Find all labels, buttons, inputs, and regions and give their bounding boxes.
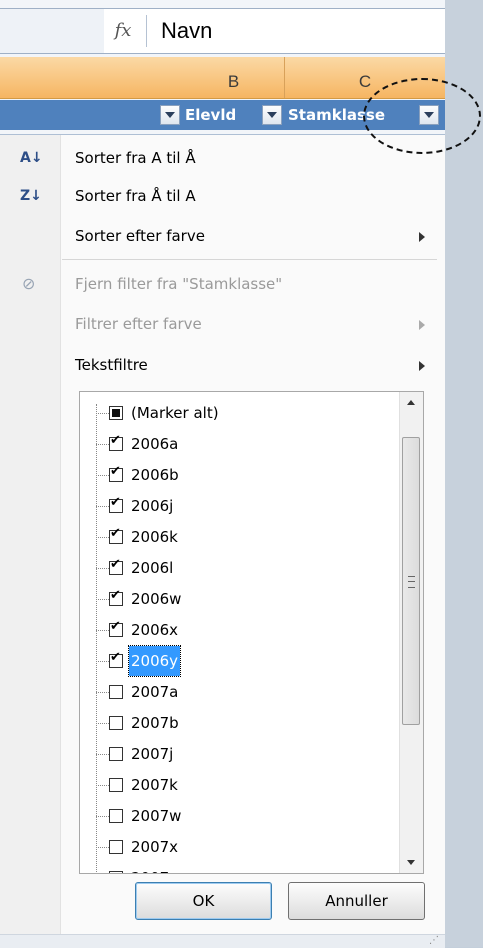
list-item[interactable]: 2006j [80, 491, 380, 521]
scroll-up-icon[interactable] [400, 392, 423, 414]
list-item-selected[interactable]: 2006y [80, 645, 380, 677]
name-box-area[interactable] [0, 9, 104, 53]
menu-separator [62, 259, 437, 260]
menu-sort-a-to-z[interactable]: Sorter fra A til Å [75, 149, 196, 167]
list-item-label: 2006j [131, 497, 174, 515]
list-item-label: 2006y [127, 645, 182, 677]
list-item-label: 2006l [131, 559, 174, 577]
clear-filter-icon: ⊘ [22, 274, 36, 293]
column-header-b[interactable]: B [183, 57, 285, 98]
filter-dropdown-button-elevid[interactable] [262, 105, 282, 125]
list-item-label: 2007x [131, 838, 179, 856]
list-item-label: (Marker alt) [131, 404, 219, 422]
menu-icon-gutter [0, 135, 61, 948]
list-item[interactable]: 2007j [80, 739, 380, 769]
list-item[interactable]: 2006a [80, 429, 380, 459]
grip-icon [408, 576, 415, 588]
formula-bar: fx Navn [0, 8, 445, 54]
scroll-thumb[interactable] [402, 437, 420, 725]
scroll-down-icon[interactable] [400, 851, 423, 873]
list-item-label: 2006k [131, 528, 178, 546]
list-item[interactable]: 2007a [80, 677, 380, 707]
list-item[interactable]: 2006l [80, 553, 380, 583]
submenu-arrow-icon [419, 320, 425, 330]
list-item[interactable]: 2006w [80, 584, 380, 614]
list-item-label: 2006x [131, 621, 179, 639]
list-item[interactable]: 2006k [80, 522, 380, 552]
list-scrollbar[interactable] [399, 392, 423, 873]
list-item-label: 2007a [131, 683, 179, 701]
menu-sort-by-color[interactable]: Sorter efter farve [75, 227, 205, 245]
menu-filter-by-color[interactable]: Filtrer efter farve [75, 315, 202, 333]
resize-grip-icon[interactable]: ⋰ [429, 935, 439, 946]
list-item-label: 2006b [131, 466, 179, 484]
filter-values-list[interactable]: (Marker alt) 2006a 2006b 2006j 2006k 200… [79, 391, 424, 874]
formula-separator [146, 15, 147, 47]
list-item-label: 2007b [131, 714, 179, 732]
list-item-label: 2006a [131, 435, 179, 453]
resize-strip[interactable]: ⋰ [0, 934, 445, 948]
list-item-label: 2007y [129, 863, 180, 873]
sort-ascending-icon: A↓ [20, 150, 43, 166]
list-item-label: 2006w [131, 590, 182, 608]
function-icon[interactable]: fx [106, 16, 140, 46]
cancel-button[interactable]: Annuller [288, 882, 425, 920]
filter-dropdown-button-a[interactable] [160, 105, 180, 125]
header-elevid: Elevld [185, 106, 237, 124]
submenu-arrow-icon [419, 361, 425, 371]
list-item-select-all[interactable]: (Marker alt) [80, 398, 380, 428]
list-item[interactable]: 2007x [80, 832, 380, 862]
menu-text-filters[interactable]: Tekstfiltre [75, 356, 148, 374]
menu-sort-z-to-a[interactable]: Sorter fra Å til A [75, 187, 196, 205]
highlight-annotation [363, 78, 481, 154]
autofilter-menu: A↓ Sorter fra A til Å Z↓ Sorter fra Å ti… [0, 134, 445, 948]
list-item[interactable]: 2007k [80, 770, 380, 800]
list-item[interactable]: 2007b [80, 708, 380, 738]
formula-input[interactable]: Navn [161, 9, 212, 53]
list-item-label: 2007k [131, 776, 178, 794]
list-item-label: 2007j [131, 745, 174, 763]
submenu-arrow-icon [419, 232, 425, 242]
list-item[interactable]: 2006b [80, 460, 380, 490]
ok-button[interactable]: OK [135, 882, 272, 920]
list-item[interactable]: 2006x [80, 615, 380, 645]
list-item-label: 2007w [131, 807, 182, 825]
list-item[interactable]: 2007y [80, 863, 380, 873]
sort-descending-icon: Z↓ [20, 188, 42, 204]
menu-clear-filter[interactable]: Fjern filter fra "Stamklasse" [75, 275, 282, 293]
list-item[interactable]: 2007w [80, 801, 380, 831]
